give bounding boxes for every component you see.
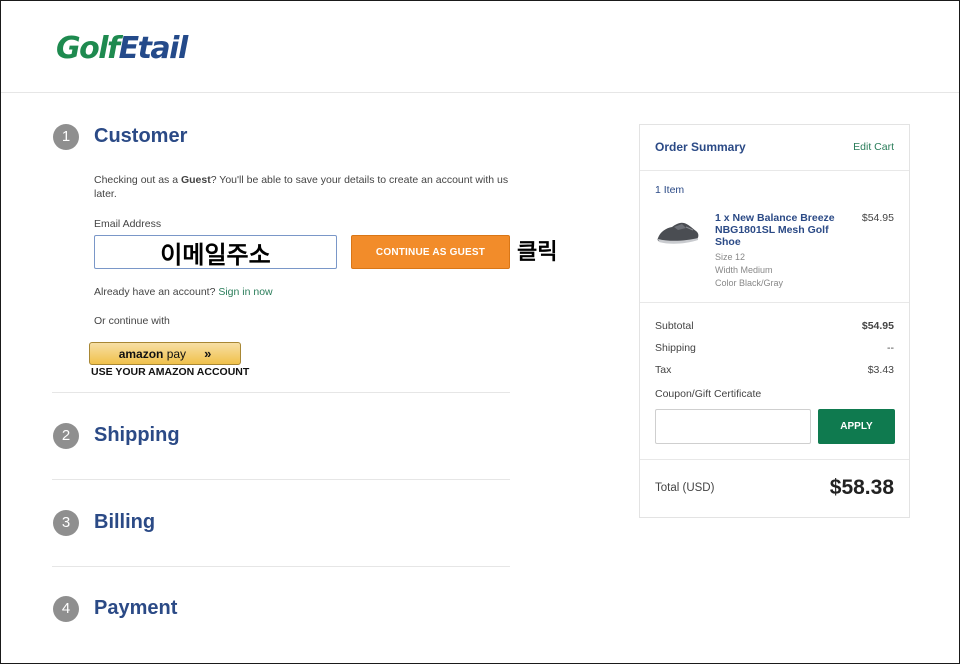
amazon-pay-logo: amazon pay (119, 347, 186, 361)
total-label: Total (USD) (655, 482, 715, 494)
step-1-number: 1 (53, 124, 79, 150)
email-input[interactable]: 이메일주소 (94, 235, 337, 269)
item-count: 1 Item (655, 184, 685, 196)
item-name-line1: 1 x New Balance Breeze (715, 212, 835, 224)
amazon-logo-text: amazon (118, 346, 164, 361)
total-value: $58.38 (829, 476, 894, 499)
step-3-title: Billing (94, 511, 156, 533)
shipping-value: -- (887, 342, 894, 354)
golf-shoe-image (657, 222, 699, 244)
summary-divider (640, 459, 909, 460)
item-color: Color Black/Gray (715, 278, 784, 288)
or-continue-text: Or continue with (94, 315, 170, 327)
email-annotation: 이메일주소 (160, 240, 271, 269)
header: GolfEtail (1, 1, 959, 93)
order-summary-title: Order Summary (655, 140, 746, 154)
guest-text-bold: Guest (180, 174, 211, 186)
item-size: Size 12 (715, 252, 746, 262)
guest-text-line2: later. (94, 188, 117, 200)
item-width: Width Medium (715, 265, 773, 275)
double-chevron-icon: » (204, 346, 212, 361)
section-divider (52, 566, 510, 567)
have-account-text: Already have an account? (94, 286, 219, 298)
item-options: Size 12 Width Medium Color Black/Gray (715, 251, 783, 290)
sign-in-prompt: Already have an account? Sign in now (94, 285, 273, 299)
summary-divider (640, 302, 909, 303)
section-divider (52, 392, 510, 393)
amazon-pay-text: pay (163, 346, 187, 361)
subtotal-value: $54.95 (861, 320, 894, 332)
golfetail-logo[interactable]: GolfEtail (56, 31, 189, 66)
amazon-pay-button[interactable]: amazon pay » (89, 342, 241, 365)
step-2-number: 2 (53, 423, 79, 449)
step-2-title: Shipping (94, 424, 180, 446)
item-name-line3: Shoe (715, 236, 741, 248)
item-name-line2: NBG1801SL Mesh Golf (715, 224, 829, 236)
email-label: Email Address (94, 218, 162, 230)
continue-as-guest-button[interactable]: CONTINUE AS GUEST (351, 235, 510, 269)
tax-value: $3.43 (867, 364, 894, 376)
section-divider (52, 479, 510, 480)
guest-info-text: Checking out as a Guest? You'll be able … (94, 173, 514, 201)
subtotal-label: Subtotal (655, 320, 694, 332)
edit-cart-link[interactable]: Edit Cart (853, 141, 894, 153)
tax-label: Tax (655, 364, 672, 376)
step-4-title: Payment (94, 597, 178, 619)
guest-text-after: ? You'll be able to save your details to… (210, 174, 509, 186)
apply-coupon-button[interactable]: APPLY (818, 409, 895, 444)
sign-in-link[interactable]: Sign in now (218, 286, 272, 298)
coupon-input[interactable] (655, 409, 811, 444)
step-4-number: 4 (53, 596, 79, 622)
click-annotation: 클릭 (517, 240, 558, 265)
order-summary-panel: Order Summary Edit Cart 1 Item 1 x New B… (639, 124, 910, 518)
summary-divider (640, 170, 909, 171)
step-1-title: Customer (94, 125, 188, 147)
step-3-number: 3 (53, 510, 79, 536)
logo-part-etail: Etail (118, 31, 189, 66)
logo-part-golf: Golf (56, 31, 120, 66)
shipping-label: Shipping (655, 342, 696, 354)
amazon-caption: USE YOUR AMAZON ACCOUNT (91, 366, 250, 378)
item-name[interactable]: 1 x New Balance Breeze NBG1801SL Mesh Go… (715, 212, 835, 248)
guest-text-before: Checking out as a (94, 174, 181, 186)
item-price: $54.95 (861, 212, 894, 224)
coupon-label: Coupon/Gift Certificate (655, 388, 762, 400)
